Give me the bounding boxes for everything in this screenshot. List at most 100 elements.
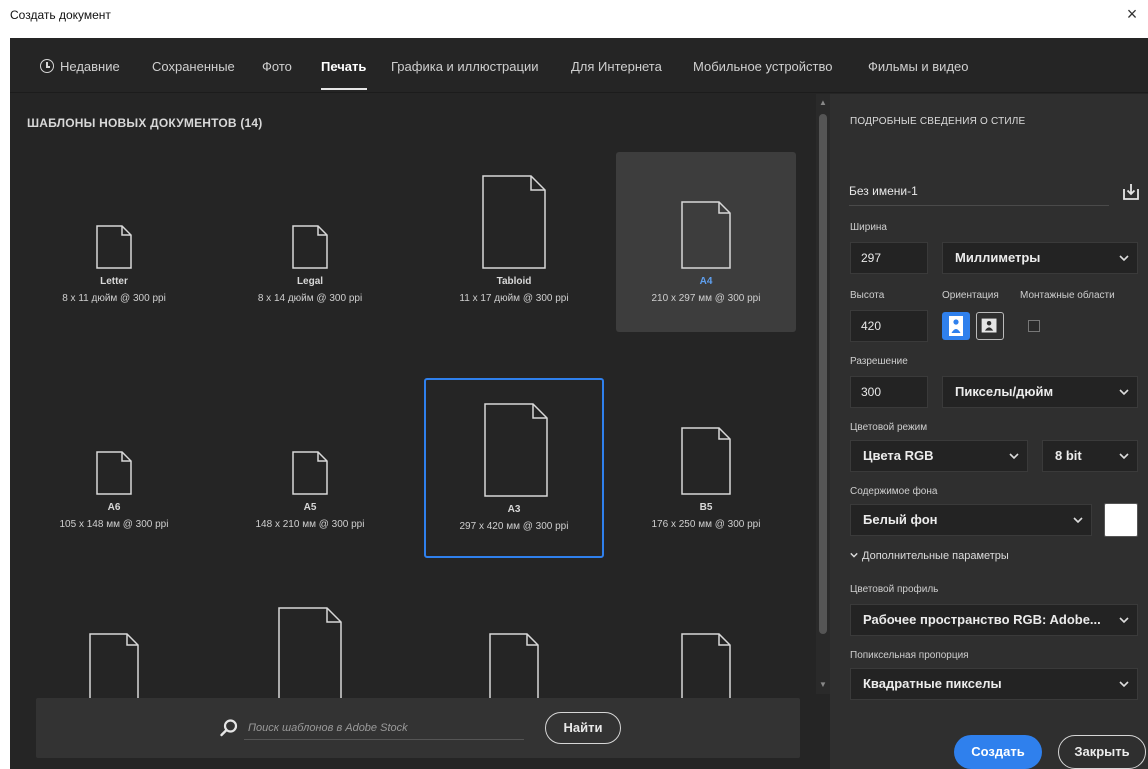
template-size: 8 x 14 дюйм @ 300 ppi (257, 293, 363, 304)
templates-heading: ШАБЛОНЫ НОВЫХ ДОКУМЕНТОВ (14) (27, 116, 262, 130)
stock-search-input[interactable] (244, 716, 524, 740)
tab-web[interactable]: Для Интернета (571, 59, 662, 74)
tab-saved[interactable]: Сохраненные (152, 59, 235, 74)
tab-art-illustration[interactable]: Графика и иллюстрации (391, 59, 538, 74)
document-icon (96, 225, 132, 269)
landscape-orientation-button[interactable] (976, 312, 1004, 340)
chevron-down-icon (1119, 617, 1129, 624)
height-label: Высота (850, 290, 885, 301)
tab-mobile[interactable]: Мобильное устройство (693, 59, 833, 74)
template-name: Letter (100, 276, 128, 287)
templates-scrollbar[interactable]: ▲ ▼ (816, 94, 830, 694)
template-size: 8 x 11 дюйм @ 300 ppi (62, 293, 166, 304)
template-size: 148 x 210 мм @ 300 ppi (255, 519, 365, 530)
chevron-down-icon (1119, 389, 1129, 396)
template-name: A3 (507, 504, 521, 515)
document-icon (484, 403, 548, 497)
background-color-swatch[interactable] (1104, 503, 1138, 537)
template-name: Tabloid (496, 276, 532, 287)
color-profile-label: Цветовой профиль (850, 584, 939, 595)
scroll-up-icon[interactable]: ▲ (818, 98, 828, 108)
advanced-options-label: Дополнительные параметры (862, 550, 1009, 562)
document-icon (681, 427, 731, 495)
template-name: Legal (296, 276, 324, 287)
width-unit-value: Миллиметры (955, 250, 1041, 265)
title-bar: Создать документ × (0, 0, 1148, 30)
portrait-icon (949, 316, 963, 336)
width-input[interactable]: 297 (850, 242, 928, 274)
color-mode-value: Цвета RGB (863, 448, 934, 463)
color-profile-value: Рабочее пространство RGB: Adobe... (863, 612, 1101, 627)
template-name: B5 (699, 502, 713, 513)
advanced-options-toggle[interactable]: Дополнительные параметры (850, 550, 1009, 562)
artboards-label: Монтажные области (1020, 290, 1115, 301)
chevron-down-icon (850, 552, 858, 558)
tab-film-video[interactable]: Фильмы и видео (868, 59, 968, 74)
resolution-unit-select[interactable]: Пикселы/дюйм (942, 376, 1138, 408)
preset-details-panel: ПОДРОБНЫЕ СВЕДЕНИЯ О СТИЛЕ Без имени-1 Ш… (830, 94, 1148, 769)
templates-heading-text: ШАБЛОНЫ НОВЫХ ДОКУМЕНТОВ (27, 116, 237, 130)
portrait-orientation-button[interactable] (942, 312, 970, 340)
document-icon (292, 451, 328, 495)
bit-depth-select[interactable]: 8 bit (1042, 440, 1138, 472)
save-preset-icon[interactable] (1121, 182, 1141, 202)
template-size: 176 x 250 мм @ 300 ppi (651, 519, 761, 530)
tab-print[interactable]: Печать (321, 59, 366, 74)
document-name-field[interactable]: Без имени-1 (849, 180, 1109, 206)
template-card-a5[interactable]: A5 148 x 210 мм @ 300 ppi (220, 378, 400, 558)
tab-label: Недавние (60, 59, 120, 74)
template-card-tabloid[interactable]: Tabloid 11 x 17 дюйм @ 300 ppi (424, 152, 604, 332)
template-name: A6 (107, 502, 121, 513)
templates-count: (14) (240, 116, 263, 130)
close-window-icon[interactable]: × (1122, 4, 1142, 24)
template-size: 297 x 420 мм @ 300 ppi (459, 521, 569, 532)
template-card-a6[interactable]: A6 105 x 148 мм @ 300 ppi (24, 378, 204, 558)
chevron-down-icon (1119, 453, 1129, 460)
landscape-icon (981, 318, 997, 333)
document-icon (89, 633, 139, 701)
document-icon (681, 633, 731, 701)
background-label: Содержимое фона (850, 486, 938, 497)
template-card-legal[interactable]: Legal 8 x 14 дюйм @ 300 ppi (220, 152, 400, 332)
search-icon (220, 719, 238, 737)
template-card-b5[interactable]: B5 176 x 250 мм @ 300 ppi (616, 378, 796, 558)
tab-recent[interactable]: Недавние (40, 59, 120, 74)
height-input[interactable]: 420 (850, 310, 928, 342)
scrollbar-thumb[interactable] (819, 114, 827, 634)
create-button[interactable]: Создать (954, 735, 1042, 769)
background-value: Белый фон (863, 512, 938, 527)
template-card-letter[interactable]: Letter 8 x 11 дюйм @ 300 ppi (24, 152, 204, 332)
pixel-aspect-value: Квадратные пикселы (863, 676, 1002, 691)
clock-icon (40, 59, 54, 73)
pixel-aspect-select[interactable]: Квадратные пикселы (850, 668, 1138, 700)
document-icon (681, 201, 731, 269)
close-button[interactable]: Закрыть (1058, 735, 1146, 769)
find-button[interactable]: Найти (545, 712, 621, 744)
template-size: 11 x 17 дюйм @ 300 ppi (459, 293, 569, 304)
document-icon (482, 175, 546, 269)
background-select[interactable]: Белый фон (850, 504, 1092, 536)
width-label: Ширина (850, 222, 887, 233)
chevron-down-icon (1073, 517, 1083, 524)
category-tabs: Недавние Сохраненные Фото Печать Графика… (10, 38, 1148, 93)
templates-panel: ШАБЛОНЫ НОВЫХ ДОКУМЕНТОВ (14) Letter 8 x … (10, 94, 830, 769)
color-mode-select[interactable]: Цвета RGB (850, 440, 1028, 472)
details-heading: ПОДРОБНЫЕ СВЕДЕНИЯ О СТИЛЕ (850, 116, 1026, 127)
orientation-label: Ориентация (942, 290, 999, 301)
new-document-dialog: Создать документ × Недавние Сохраненные … (0, 0, 1148, 769)
resolution-unit-value: Пикселы/дюйм (955, 384, 1054, 399)
scroll-down-icon[interactable]: ▼ (818, 680, 828, 690)
width-unit-select[interactable]: Миллиметры (942, 242, 1138, 274)
window-title: Создать документ (10, 8, 111, 22)
bit-depth-value: 8 bit (1055, 448, 1082, 463)
template-card-a3[interactable]: A3 297 x 420 мм @ 300 ppi (424, 378, 604, 558)
tab-photo[interactable]: Фото (262, 59, 292, 74)
template-card-a4[interactable]: A4 210 x 297 мм @ 300 ppi (616, 152, 796, 332)
artboards-checkbox[interactable] (1028, 320, 1040, 332)
color-mode-label: Цветовой режим (850, 422, 928, 433)
resolution-input[interactable]: 300 (850, 376, 928, 408)
chevron-down-icon (1009, 453, 1019, 460)
pixel-aspect-label: Попиксельная пропорция (850, 650, 969, 661)
color-profile-select[interactable]: Рабочее пространство RGB: Adobe... (850, 604, 1138, 636)
document-icon (278, 607, 342, 701)
